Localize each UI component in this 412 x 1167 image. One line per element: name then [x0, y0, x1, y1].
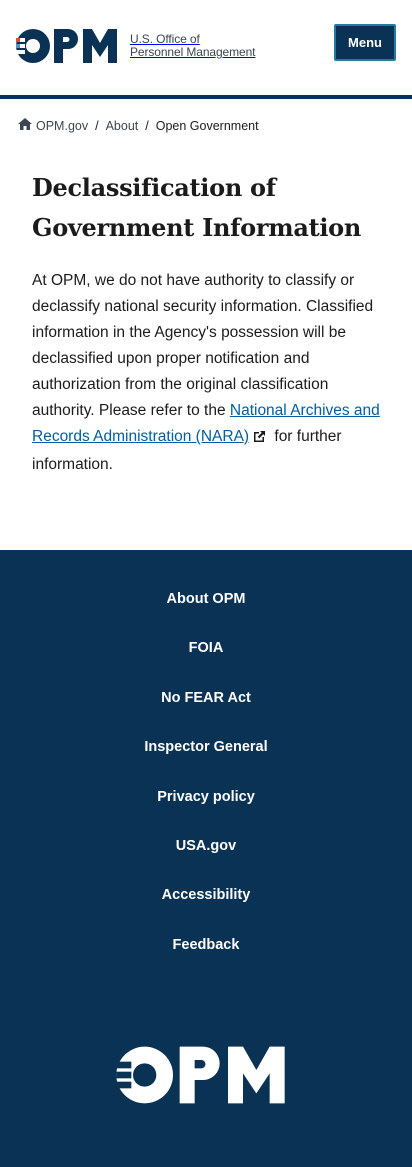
logo-agency-name: U.S. Office of Personnel Management	[130, 33, 256, 59]
home-icon	[18, 118, 32, 133]
footer-link-inspector-general[interactable]: Inspector General	[0, 734, 412, 783]
external-link-icon	[253, 426, 266, 452]
site-footer: About OPM FOIA No FEAR Act Inspector Gen…	[0, 550, 412, 1167]
footer-link-feedback[interactable]: Feedback	[0, 932, 412, 981]
breadcrumb: OPM.gov / About / Open Government	[18, 118, 259, 133]
opm-logo[interactable]: U.S. Office of Personnel Management	[16, 28, 256, 64]
body-text-intro: At OPM, we do not have authority to clas…	[32, 272, 374, 419]
main-content: Declassification of Government Informati…	[32, 168, 382, 478]
breadcrumb-opm-gov[interactable]: OPM.gov	[36, 119, 88, 133]
breadcrumb-current: Open Government	[155, 118, 259, 133]
page-title: Declassification of Government Informati…	[32, 168, 382, 248]
footer-opm-logo-icon	[116, 1046, 285, 1104]
breadcrumb-separator: /	[95, 118, 99, 133]
page-title-line-1: Declassification of	[32, 173, 276, 202]
footer-opm-logo[interactable]	[112, 1045, 294, 1110]
footer-link-foia[interactable]: FOIA	[0, 635, 412, 684]
breadcrumb-separator: /	[145, 118, 149, 133]
footer-link-privacy-policy[interactable]: Privacy policy	[0, 784, 412, 833]
body-paragraph: At OPM, we do not have authority to clas…	[32, 268, 382, 478]
site-header: U.S. Office of Personnel Management Menu	[0, 0, 412, 95]
header-divider	[0, 95, 412, 99]
logo-line-2: Personnel Management	[130, 45, 256, 59]
footer-link-accessibility[interactable]: Accessibility	[0, 882, 412, 931]
opm-logo-icon	[16, 29, 117, 63]
footer-nav: About OPM FOIA No FEAR Act Inspector Gen…	[0, 586, 412, 981]
footer-link-no-fear-act[interactable]: No FEAR Act	[0, 685, 412, 734]
breadcrumb-about[interactable]: About	[106, 119, 139, 133]
page-title-line-2: Government Information	[32, 213, 362, 242]
menu-button[interactable]: Menu	[334, 24, 396, 61]
footer-link-usa-gov[interactable]: USA.gov	[0, 833, 412, 882]
footer-link-about-opm[interactable]: About OPM	[0, 586, 412, 635]
